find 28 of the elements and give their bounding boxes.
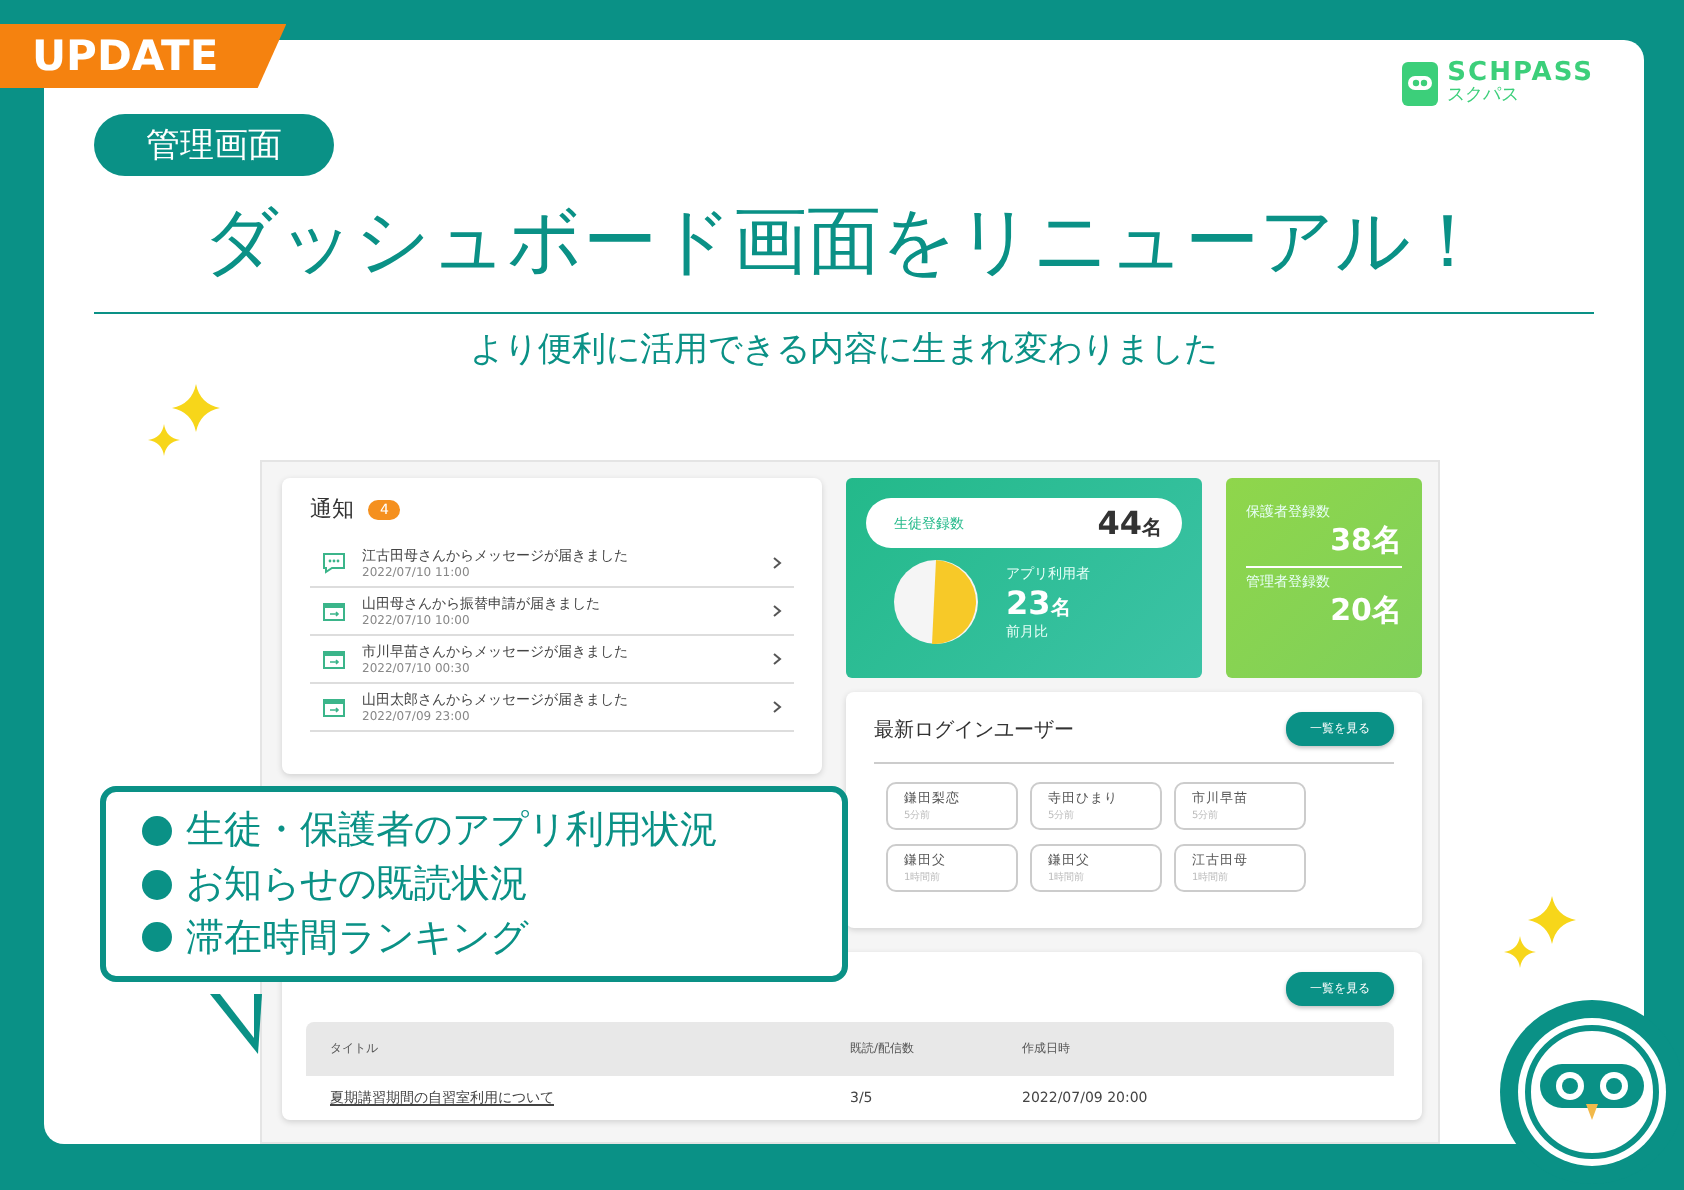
calendar-icon [322,648,346,670]
stat-value: 20名 [1330,592,1402,630]
panel-title: 通知 [310,494,354,524]
subheadline: より便利に活用できる内容に生まれ変わりました [468,328,1220,373]
category-label: 管理画面 [94,114,334,177]
chevron-icon [772,604,782,618]
chevron-icon [772,652,782,666]
highlight-text: 滞在時間ランキング [186,915,528,961]
pie-drawing [894,560,978,644]
highlight-text: 生徒・保護者のアプリ利用状況 [186,808,718,854]
stat-value: 44名 [1097,504,1162,542]
bullet-icon [142,815,172,846]
bullet-icon [142,869,172,900]
panel-title: 最新ログインユーザー [874,717,1074,743]
bullet-icon [142,922,172,953]
highlight-text: お知らせの既読状況 [186,861,528,908]
headline: ダッシュボード画面をリニューアル！ [94,192,1594,315]
chevron-icon [772,700,782,714]
stat-value: 23名 [1006,583,1073,621]
update-badge: UPDATE [0,24,287,88]
chat-icon [322,552,346,574]
logo-kana: スクパス [1447,87,1522,107]
logo-icon [1401,61,1438,106]
chevron-icon [772,556,782,570]
logo-name: SCHPASS [1447,60,1594,88]
stat-value: 38名 [1330,522,1402,560]
calendar-icon [322,696,346,718]
calendar-icon [322,600,346,622]
